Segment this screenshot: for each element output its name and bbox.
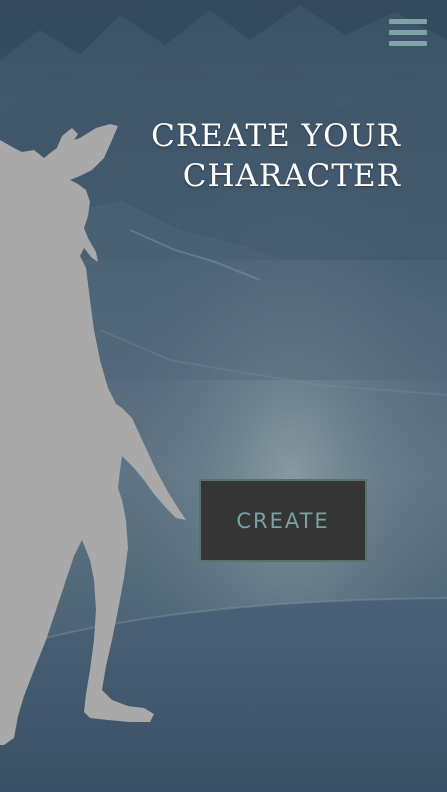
menu-bar-middle — [389, 30, 427, 35]
create-button[interactable]: CREATE — [199, 479, 367, 562]
page-title-line-1: CREATE YOUR — [151, 118, 401, 154]
page-title: CREATE YOUR CHARACTER — [151, 116, 401, 196]
character-silhouette — [0, 124, 186, 745]
menu-bar-bottom — [389, 41, 427, 46]
page-title-line-2: CHARACTER — [182, 158, 401, 194]
hamburger-menu-icon[interactable] — [387, 16, 429, 50]
menu-bar-top — [389, 19, 427, 24]
